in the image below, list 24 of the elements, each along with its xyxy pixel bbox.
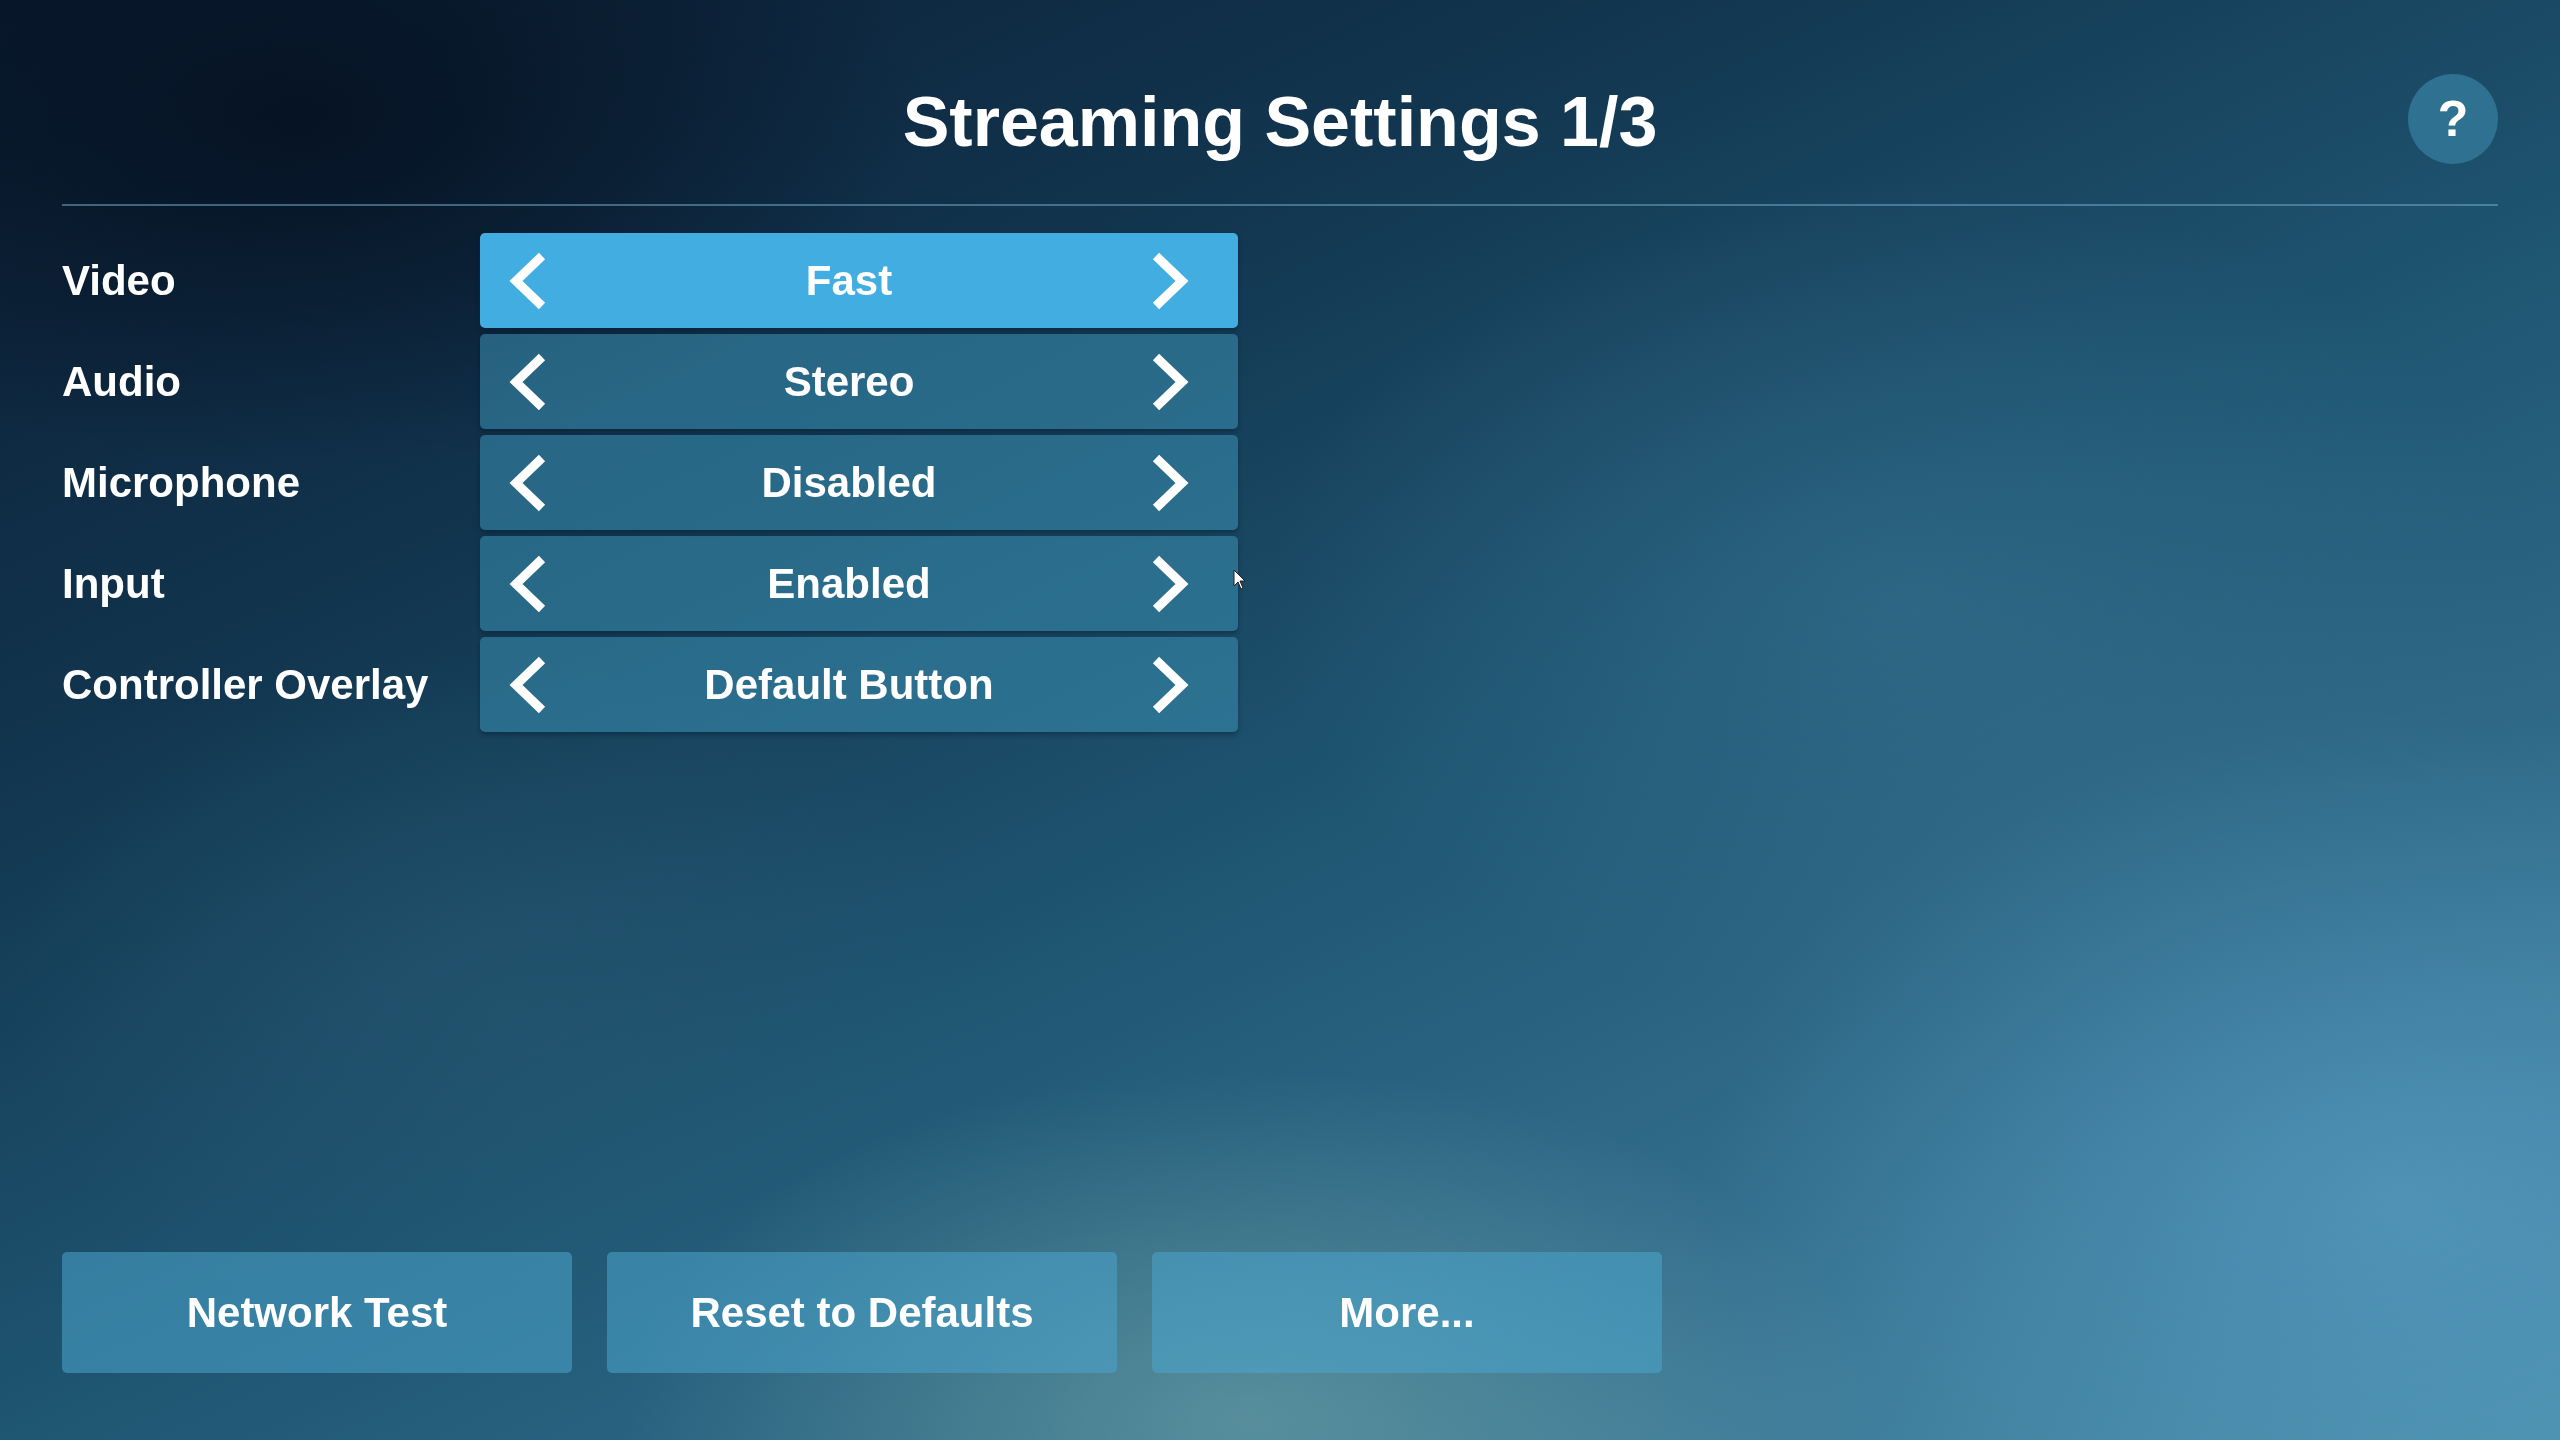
setting-label: Microphone xyxy=(62,458,300,507)
setting-label: Audio xyxy=(62,357,181,406)
option-selector[interactable]: Disabled xyxy=(480,435,1238,530)
action-button[interactable]: Reset to Defaults xyxy=(607,1252,1117,1373)
chevron-left-icon[interactable] xyxy=(508,453,548,512)
page-title: Streaming Settings 1/3 xyxy=(902,82,1658,162)
setting-label: Video xyxy=(62,256,176,305)
option-selector[interactable]: Default Button xyxy=(480,637,1238,732)
chevron-right-icon[interactable] xyxy=(1150,251,1190,310)
chevron-left-icon[interactable] xyxy=(508,655,548,714)
chevron-left-icon[interactable] xyxy=(508,554,548,613)
action-button[interactable]: More... xyxy=(1152,1252,1662,1373)
chevron-right-icon[interactable] xyxy=(1150,655,1190,714)
chevron-right-icon[interactable] xyxy=(1150,352,1190,411)
action-button[interactable]: Network Test xyxy=(62,1252,572,1373)
cursor-icon xyxy=(1233,569,1246,590)
chevron-right-icon[interactable] xyxy=(1150,453,1190,512)
option-selector[interactable]: Enabled xyxy=(480,536,1238,631)
chevron-left-icon[interactable] xyxy=(508,352,548,411)
setting-label: Input xyxy=(62,559,165,608)
setting-label: Controller Overlay xyxy=(62,660,429,709)
chevron-right-icon[interactable] xyxy=(1150,554,1190,613)
option-selector[interactable]: Stereo xyxy=(480,334,1238,429)
help-button[interactable]: ? xyxy=(2408,74,2498,164)
